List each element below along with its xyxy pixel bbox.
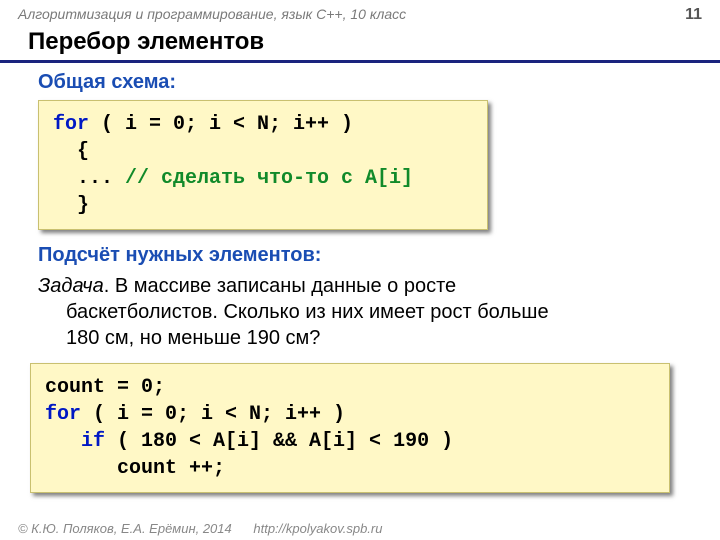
loop-header: ( i = 0; i < N; i++ ) <box>89 113 365 136</box>
slide-content: Общая схема: for ( i = 0; i < N; i++ ) {… <box>0 63 720 493</box>
task-text: Задача. В массиве записаны данные о рост… <box>38 273 692 351</box>
brace-close: } <box>53 194 89 217</box>
course-title: Алгоритмизация и программирование, язык … <box>18 6 406 22</box>
task-line1: . В массиве записаны данные о росте <box>104 275 456 297</box>
page-number: 11 <box>685 6 702 24</box>
count-increment: count ++; <box>45 457 225 480</box>
footer-url: http://kpolyakov.spb.ru <box>253 521 382 536</box>
slide-header: Алгоритмизация и программирование, язык … <box>0 0 720 26</box>
task-line2: баскетболистов. Сколько из них имеет рос… <box>38 299 692 325</box>
keyword-if: if <box>45 430 105 453</box>
slide-footer: © К.Ю. Поляков, Е.А. Ерёмин, 2014 http:/… <box>18 521 382 536</box>
code-count-loop: count = 0; for ( i = 0; i < N; i++ ) if … <box>30 363 670 493</box>
section-general-scheme: Общая схема: <box>38 71 692 94</box>
code-general-loop: for ( i = 0; i < N; i++ ) { ... // сдела… <box>38 100 488 230</box>
brace-open: { <box>53 140 89 163</box>
keyword-for: for <box>53 113 89 136</box>
footer-authors: © К.Ю. Поляков, Е.А. Ерёмин, 2014 <box>18 521 232 536</box>
task-line3: 180 см, но меньше 190 см? <box>38 325 692 351</box>
slide-title: Перебор элементов <box>0 26 720 63</box>
comment: // сделать что-то с A[i] <box>125 167 413 190</box>
loop-header-2: ( i = 0; i < N; i++ ) <box>81 403 357 426</box>
if-condition: ( 180 < A[i] && A[i] < 190 ) <box>105 430 453 453</box>
ellipsis: ... <box>53 167 125 190</box>
task-label: Задача <box>38 275 104 297</box>
keyword-for-2: for <box>45 403 81 426</box>
section-count-elements: Подсчёт нужных элементов: <box>38 244 692 267</box>
count-init: count = 0; <box>45 376 165 399</box>
